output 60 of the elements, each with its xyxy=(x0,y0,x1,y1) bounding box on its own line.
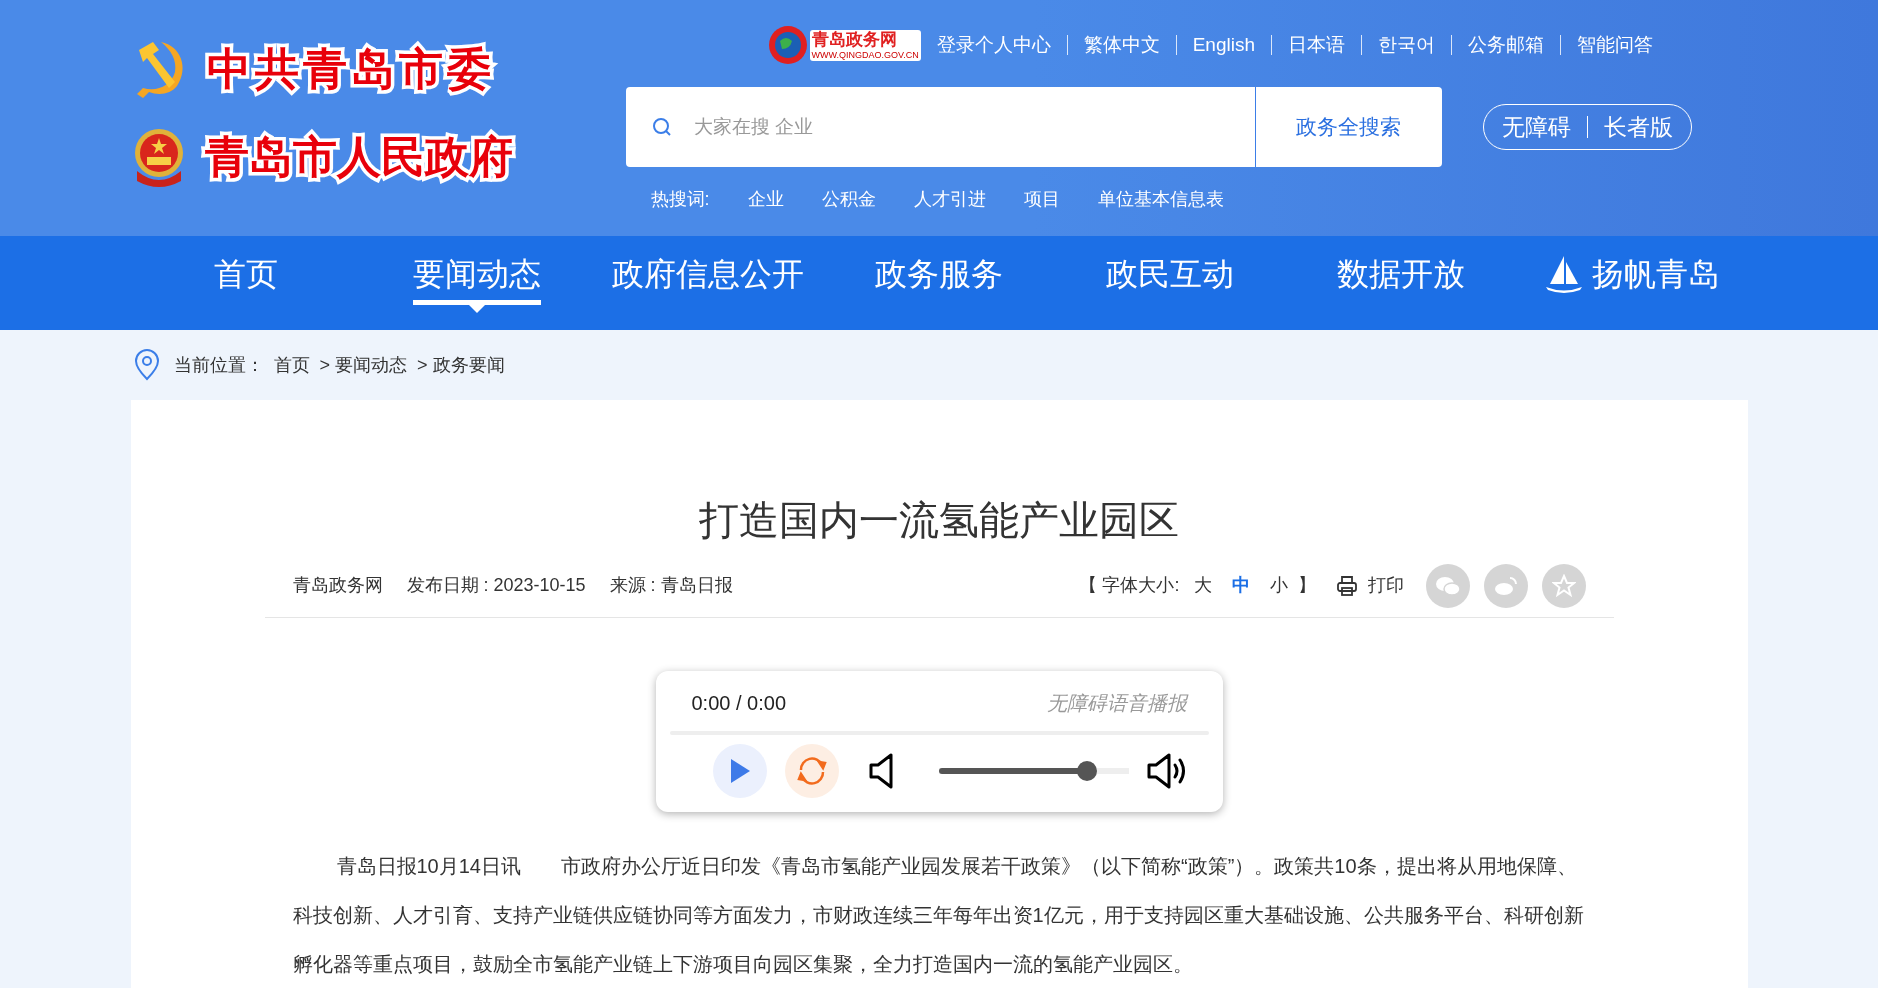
breadcrumb-link[interactable]: 首页 xyxy=(273,351,310,379)
top-link[interactable]: 日本语 xyxy=(1288,30,1345,60)
top-link[interactable]: 公务邮箱 xyxy=(1468,30,1544,60)
speaker-muted-icon[interactable] xyxy=(868,753,895,789)
font-size-option[interactable]: 小 xyxy=(1263,572,1294,599)
article-source: 来源 : 青岛日报 xyxy=(609,574,733,597)
top-link[interactable]: 繁体中文 xyxy=(1083,30,1160,60)
nav-tab[interactable]: 政府信息公开 xyxy=(612,252,804,305)
printer-icon xyxy=(1335,574,1358,597)
playback-time: 0:00 / 0:00 xyxy=(691,691,787,716)
article-title: 打造国内一流氢能产业园区 xyxy=(698,497,1180,544)
search-button[interactable]: 政务全搜索 xyxy=(1254,87,1442,167)
hot-word-link[interactable]: 公积金 xyxy=(821,186,876,213)
party-committee-title: 中共青岛市委 xyxy=(206,43,495,95)
hot-word-link[interactable]: 企业 xyxy=(747,186,784,213)
play-icon xyxy=(728,758,751,784)
breadcrumb-label: 当前位置： xyxy=(173,353,264,377)
government-title: 青岛市人民政府 xyxy=(204,131,513,183)
article-site: 青岛政务网 xyxy=(292,574,383,597)
hot-word-link[interactable]: 人才引进 xyxy=(913,186,986,213)
nav-tab[interactable]: 扬帆青岛 xyxy=(1544,252,1720,305)
top-link[interactable]: English xyxy=(1192,30,1255,60)
font-size-option[interactable]: 中 xyxy=(1225,572,1256,599)
search-icon xyxy=(651,117,672,137)
font-size-label: 【 字体大小: xyxy=(1079,574,1180,597)
active-tab-pointer xyxy=(469,305,485,313)
portal-logo-name: 青岛政务网 xyxy=(811,29,898,50)
article-paragraph: 青岛日报10月14日讯 市政府办公厅近日印发《青岛市氢能产业园发展若干政策》（以下简称“政策”）。政策共10条，提出将从用地保障、科技创新、人才引育、支持产业链供应链协同等方面发力，市财政连续三年每年出资1亿元，用于支持园区重大基础设施、公共服务平台、科研创新孵化器等重点项目，鼓励全市氢能产业链上下游项目向园区集聚，全力打造国内一流的氢能产业园区。 xyxy=(292,854,1585,977)
audio-caption: 无障碍语音播报 xyxy=(1046,691,1187,716)
search-box[interactable]: 大家在搜 企业 政务全搜索 xyxy=(625,87,1442,167)
nav-tab[interactable]: 首页 xyxy=(214,252,278,305)
font-size-bracket: 】 xyxy=(1297,574,1316,597)
nav-tab[interactable]: 数据开放 xyxy=(1337,252,1465,305)
nav-tab[interactable]: 要闻动态 xyxy=(413,252,541,305)
accessibility-link[interactable]: 无障碍 xyxy=(1501,109,1571,145)
top-link[interactable]: 한국어 xyxy=(1378,30,1435,60)
chat-bubbles-icon xyxy=(1434,574,1461,597)
breadcrumb-link[interactable]: > 政务要闻 xyxy=(417,351,505,379)
print-link[interactable]: 打印 xyxy=(1367,572,1404,599)
font-size-option[interactable]: 大 xyxy=(1187,572,1218,599)
publish-date: 发布日期 : 2023-10-15 xyxy=(406,574,586,597)
location-pin-icon xyxy=(132,349,161,381)
hot-word-link[interactable]: 单位基本信息表 xyxy=(1097,186,1224,213)
star-icon xyxy=(1551,573,1576,598)
loop-button[interactable] xyxy=(784,744,839,798)
volume-thumb[interactable] xyxy=(1076,761,1097,781)
hot-word-link[interactable]: 项目 xyxy=(1023,186,1060,213)
globe-icon xyxy=(767,25,808,65)
breadcrumb-link[interactable]: > 要闻动态 xyxy=(319,351,407,379)
portal-logo-url: WWW.QINGDAO.GOV.CN xyxy=(811,49,919,61)
nav-tab[interactable]: 政务服务 xyxy=(875,252,1003,305)
accessibility-link[interactable]: 长者版 xyxy=(1603,109,1673,145)
top-link[interactable]: 登录个人中心 xyxy=(936,30,1051,60)
search-input[interactable]: 大家在搜 企业 xyxy=(693,112,1255,142)
hot-words-label: 热搜词: xyxy=(650,188,710,211)
top-link[interactable]: 智能问答 xyxy=(1577,30,1653,60)
loop-icon xyxy=(794,754,829,788)
sailboat-icon xyxy=(1544,254,1584,294)
weibo-icon xyxy=(1493,574,1518,597)
nav-tab[interactable]: 政民互动 xyxy=(1106,252,1234,305)
